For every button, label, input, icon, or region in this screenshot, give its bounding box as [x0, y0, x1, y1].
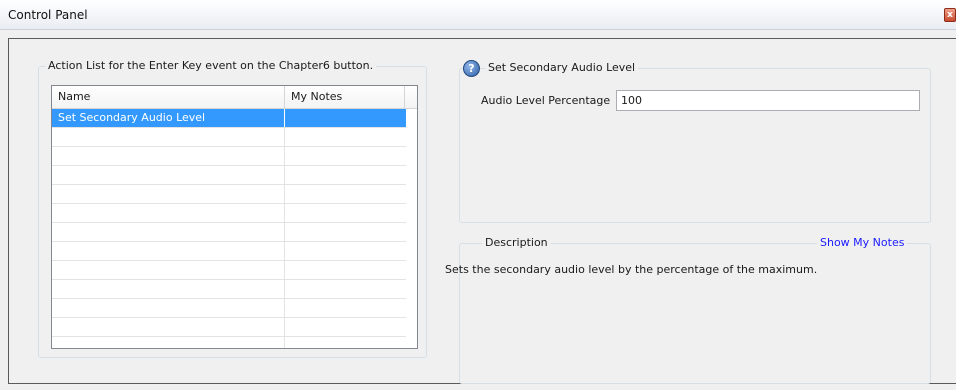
properties-legend: Set Secondary Audio Level [485, 61, 639, 74]
cell-my-notes [285, 280, 406, 298]
control-panel-window: Control Panel x Action List for the Ente… [0, 0, 956, 390]
grid-header: Name My Notes [52, 86, 417, 109]
table-row[interactable] [52, 128, 406, 147]
table-row[interactable] [52, 337, 406, 348]
table-row[interactable] [52, 299, 406, 318]
close-icon[interactable]: x [944, 8, 956, 22]
column-header-my-notes[interactable]: My Notes [285, 86, 405, 108]
cell-my-notes [285, 337, 406, 348]
cell-name [52, 166, 285, 184]
cell-name [52, 261, 285, 279]
action-list-grid[interactable]: Name My Notes Set Secondary Audio Level [51, 85, 418, 349]
cell-name [52, 128, 285, 146]
cell-name [52, 242, 285, 260]
cell-my-notes [285, 242, 406, 260]
audio-level-label: Audio Level Percentage [481, 94, 611, 107]
cell-my-notes [285, 109, 406, 127]
table-row[interactable] [52, 280, 406, 299]
column-header-name[interactable]: Name [52, 86, 285, 108]
cell-name [52, 147, 285, 165]
cell-my-notes [285, 147, 406, 165]
window-title: Control Panel [8, 8, 88, 22]
title-bar[interactable]: Control Panel x [0, 0, 956, 30]
cell-name [52, 204, 285, 222]
cell-my-notes [285, 185, 406, 203]
cell-my-notes [285, 128, 406, 146]
table-row[interactable] [52, 166, 406, 185]
description-text: Sets the secondary audio level by the pe… [445, 263, 818, 276]
cell-my-notes [285, 223, 406, 241]
table-row[interactable] [52, 261, 406, 280]
table-row[interactable] [52, 242, 406, 261]
cell-name [52, 223, 285, 241]
cell-name [52, 318, 285, 336]
cell-my-notes [285, 299, 406, 317]
table-row[interactable] [52, 223, 406, 242]
cell-name [52, 185, 285, 203]
table-row[interactable]: Set Secondary Audio Level [52, 109, 406, 128]
action-list-legend: Action List for the Enter Key event on t… [45, 59, 377, 72]
show-my-notes-link[interactable]: Show My Notes [817, 236, 908, 249]
cell-my-notes [285, 318, 406, 336]
description-legend: Description [482, 236, 551, 249]
cell-my-notes [285, 204, 406, 222]
table-row[interactable] [52, 147, 406, 166]
cell-my-notes [285, 166, 406, 184]
help-icon[interactable]: ? [463, 60, 480, 77]
audio-level-input[interactable]: 100 [616, 90, 920, 111]
table-row[interactable] [52, 185, 406, 204]
cell-name [52, 337, 285, 348]
cell-name [52, 280, 285, 298]
table-row[interactable] [52, 204, 406, 223]
cell-name: Set Secondary Audio Level [52, 109, 285, 127]
cell-name [52, 299, 285, 317]
cell-my-notes [285, 261, 406, 279]
table-row[interactable] [52, 318, 406, 337]
